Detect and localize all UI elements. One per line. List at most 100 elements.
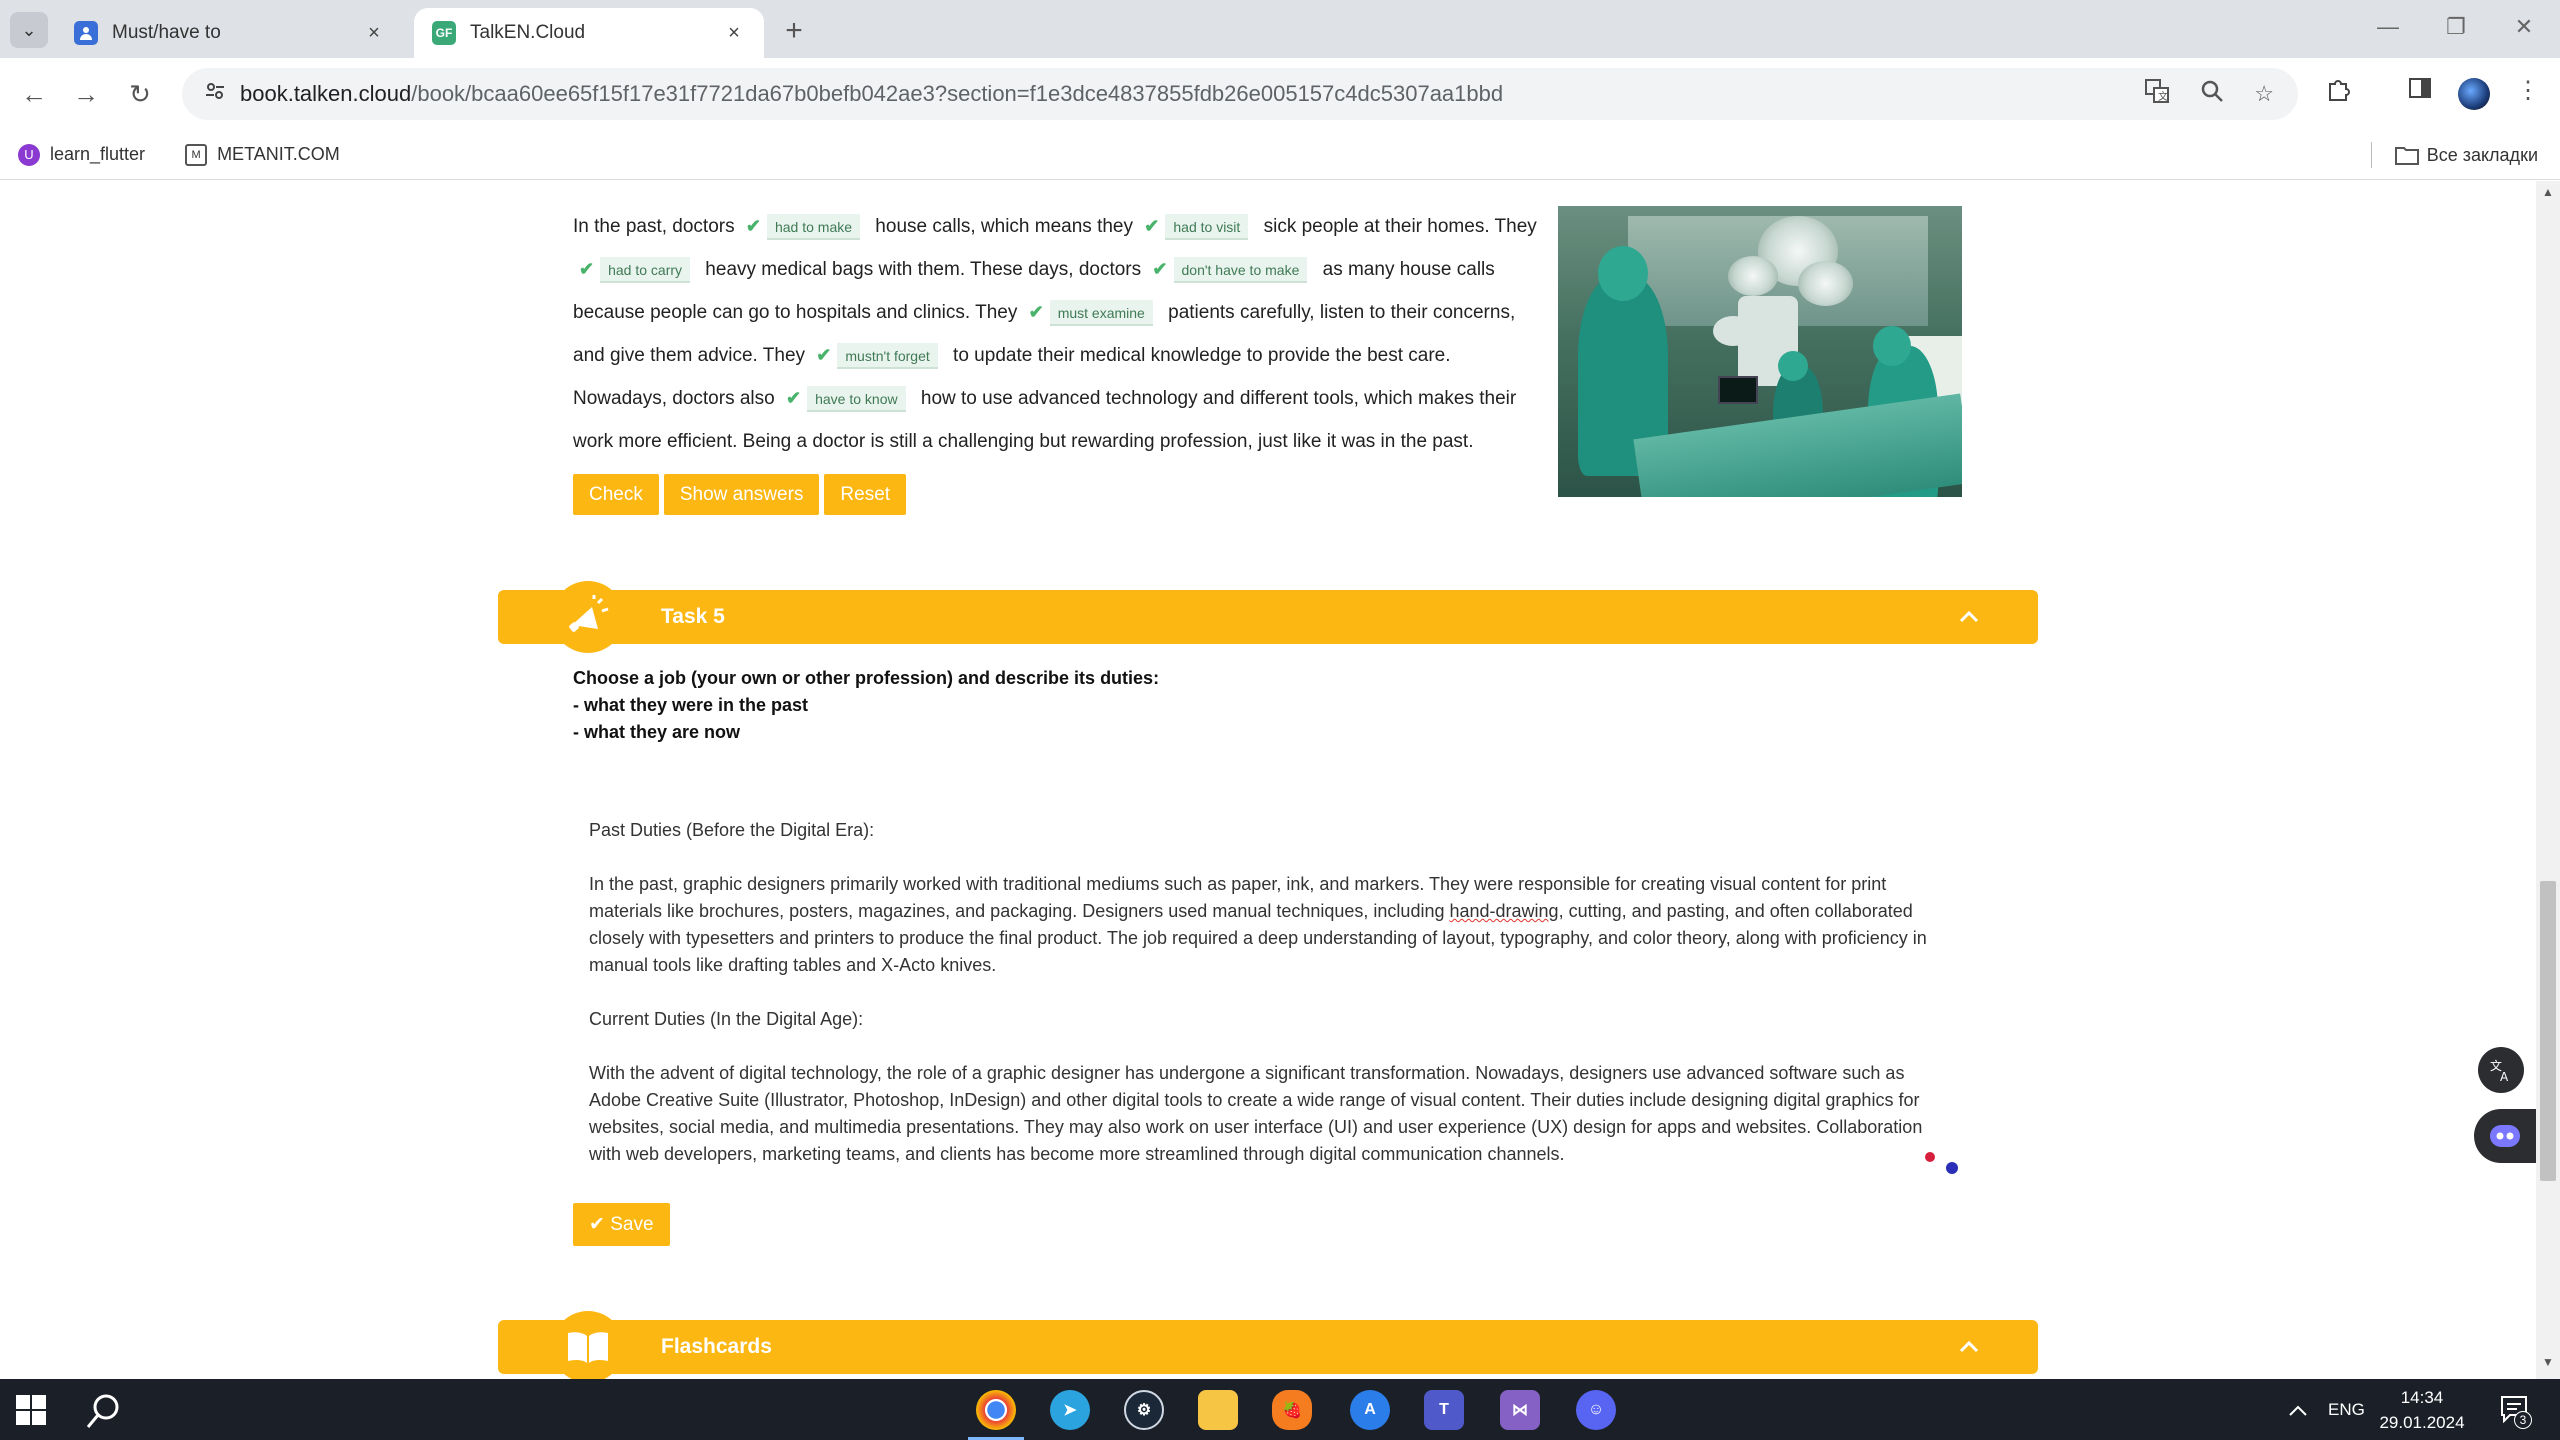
- answer-input[interactable]: mustn't forget: [837, 342, 938, 369]
- side-panel-icon[interactable]: [2402, 76, 2438, 107]
- site-settings-icon[interactable]: [190, 80, 240, 108]
- grammar-marker-red[interactable]: [1925, 1152, 1935, 1162]
- restore-icon[interactable]: ❐: [2436, 14, 2476, 40]
- tab-search-button[interactable]: ⌄: [10, 12, 48, 48]
- answer-input[interactable]: had to carry: [600, 256, 691, 283]
- fl-studio-icon[interactable]: 🍓: [1272, 1390, 1312, 1430]
- browser-tab-bar: ⌄ Must/have to × GF TalkEN.Cloud × + — ❐…: [0, 0, 2560, 58]
- answer-input[interactable]: must examine: [1049, 299, 1153, 326]
- flashcards-title: Flashcards: [661, 1335, 772, 1358]
- browser-toolbar: ← → ↻ book.talken.cloud/book/bcaa60ee65f…: [0, 58, 2560, 130]
- translate-icon[interactable]: 文: [2144, 78, 2170, 110]
- zoom-icon[interactable]: [2200, 79, 2224, 109]
- task5-instructions: Choose a job (your own or other professi…: [573, 665, 1159, 746]
- close-icon[interactable]: ×: [722, 22, 746, 45]
- flashcards-header[interactable]: Flashcards: [498, 1311, 2038, 1379]
- show-answers-button[interactable]: Show answers: [663, 474, 820, 515]
- profile-avatar[interactable]: [2458, 78, 2490, 110]
- person-icon: [74, 21, 98, 45]
- windows-taskbar: ➤ ⚙ 🍓 A T ⋈ ☺ ENG 14:34 29.01.2024 3: [0, 1379, 2560, 1440]
- windows-start-icon[interactable]: [16, 1395, 46, 1425]
- answer-gap[interactable]: ✔ had to visit: [1138, 205, 1258, 248]
- answer-input[interactable]: had to make: [766, 213, 861, 240]
- bookmarks-bar: U learn_flutter M METANIT.COM Все заклад…: [0, 130, 2560, 180]
- answer-gap[interactable]: ✔ had to make: [740, 205, 870, 248]
- reset-button[interactable]: Reset: [824, 474, 907, 515]
- minimize-icon[interactable]: —: [2368, 14, 2408, 40]
- clock-date: 29.01.2024: [2379, 1413, 2465, 1432]
- teams-icon[interactable]: T: [1424, 1390, 1464, 1430]
- answer-gap[interactable]: ✔ don't have to make: [1146, 248, 1317, 291]
- instruction-line: - what they are now: [573, 722, 741, 742]
- scrollbar-thumb[interactable]: [2540, 881, 2556, 1181]
- scroll-up-arrow-icon[interactable]: ▲: [2536, 185, 2560, 207]
- current-heading: Current Duties (In the Digital Age):: [589, 1009, 864, 1029]
- correct-check-icon: ✔: [1028, 302, 1044, 322]
- check-button[interactable]: Check: [573, 474, 659, 515]
- tab-title: Must/have to: [112, 22, 221, 43]
- answer-input[interactable]: have to know: [807, 385, 906, 412]
- answer-gap[interactable]: ✔ have to know: [780, 377, 916, 420]
- answer-input[interactable]: don't have to make: [1173, 256, 1308, 283]
- megaphone-icon: [552, 581, 624, 653]
- bookmarks-divider: [2371, 142, 2372, 168]
- reload-icon[interactable]: ↻: [122, 76, 158, 112]
- chrome-icon[interactable]: [968, 1390, 1024, 1440]
- answer-gap[interactable]: ✔ had to carry: [573, 248, 700, 291]
- bookmark-star-icon[interactable]: ☆: [2254, 81, 2274, 107]
- scroll-down-arrow-icon[interactable]: ▼: [2536, 1355, 2560, 1377]
- task5-title: Task 5: [661, 605, 725, 628]
- answer-gap[interactable]: ✔ must examine: [1023, 291, 1163, 334]
- clock[interactable]: 14:34 29.01.2024: [2372, 1385, 2472, 1435]
- bookmark-metanit[interactable]: M METANIT.COM: [185, 143, 340, 166]
- page-scrollbar[interactable]: ▲ ▼: [2536, 181, 2560, 1379]
- bookmark-learn-flutter[interactable]: U learn_flutter: [18, 143, 145, 166]
- exercise-text: sick people at their homes. They: [1258, 216, 1537, 237]
- menu-kebab-icon[interactable]: ⋮: [2510, 76, 2546, 105]
- save-button[interactable]: ✔ Save: [573, 1203, 670, 1246]
- past-heading: Past Duties (Before the Digital Era):: [589, 820, 875, 840]
- assistant-widget-icon[interactable]: [2474, 1109, 2536, 1163]
- app-store-icon[interactable]: A: [1350, 1390, 1390, 1430]
- task5-header[interactable]: Task 5: [498, 581, 2038, 653]
- folder-icon: [2394, 147, 2419, 165]
- close-icon[interactable]: ×: [362, 22, 386, 45]
- book-icon: [552, 1311, 624, 1379]
- answer-textarea[interactable]: Past Duties (Before the Digital Era): In…: [573, 817, 1963, 1363]
- current-text: With the advent of digital technology, t…: [589, 1063, 1928, 1164]
- grammar-marker-blue[interactable]: [1946, 1162, 1958, 1174]
- tab-talken-cloud[interactable]: GF TalkEN.Cloud ×: [414, 8, 764, 58]
- address-bar[interactable]: book.talken.cloud/book/bcaa60ee65f15f17e…: [182, 68, 2298, 120]
- steam-icon[interactable]: ⚙: [1124, 1390, 1164, 1430]
- clock-time: 14:34: [2400, 1388, 2444, 1407]
- correct-check-icon: ✔: [1152, 259, 1168, 279]
- discord-icon[interactable]: ☺: [1576, 1390, 1616, 1430]
- new-tab-button[interactable]: +: [776, 14, 812, 48]
- search-icon[interactable]: [84, 1391, 124, 1431]
- exercise-text: In the past, doctors: [573, 216, 740, 237]
- tray-overflow-icon[interactable]: [2288, 1379, 2308, 1440]
- url-path: /book/bcaa60ee65f15f17e31f7721da67b0befb…: [411, 81, 1504, 106]
- answer-gap[interactable]: ✔ mustn't forget: [810, 334, 947, 377]
- answer-input[interactable]: had to visit: [1165, 213, 1249, 240]
- save-label: Save: [610, 1214, 654, 1235]
- chevron-up-icon[interactable]: [1956, 1334, 1982, 1360]
- all-bookmarks-folder[interactable]: Все закладки: [2394, 130, 2538, 180]
- answer-text: Past Duties (Before the Digital Era): In…: [589, 817, 1939, 1168]
- correct-check-icon: ✔: [579, 259, 595, 279]
- back-arrow-icon[interactable]: ←: [16, 76, 52, 112]
- translate-widget-icon[interactable]: 文A: [2478, 1047, 2524, 1093]
- telegram-icon[interactable]: ➤: [1050, 1390, 1090, 1430]
- tab-must-have-to[interactable]: Must/have to ×: [56, 8, 404, 58]
- chevron-up-icon[interactable]: [1956, 604, 1982, 630]
- url-host: book.talken.cloud: [240, 81, 412, 106]
- extensions-icon[interactable]: [2320, 76, 2356, 109]
- visual-studio-icon[interactable]: ⋈: [1500, 1390, 1540, 1430]
- spellcheck-word: hand-drawing: [1449, 901, 1559, 921]
- window-close-icon[interactable]: ✕: [2504, 14, 2544, 40]
- forward-arrow-icon[interactable]: →: [68, 76, 104, 112]
- file-explorer-icon[interactable]: [1198, 1390, 1238, 1430]
- language-indicator[interactable]: ENG: [2328, 1379, 2365, 1440]
- url-text: book.talken.cloud/book/bcaa60ee65f15f17e…: [240, 81, 1503, 107]
- svg-text:文: 文: [2158, 90, 2168, 103]
